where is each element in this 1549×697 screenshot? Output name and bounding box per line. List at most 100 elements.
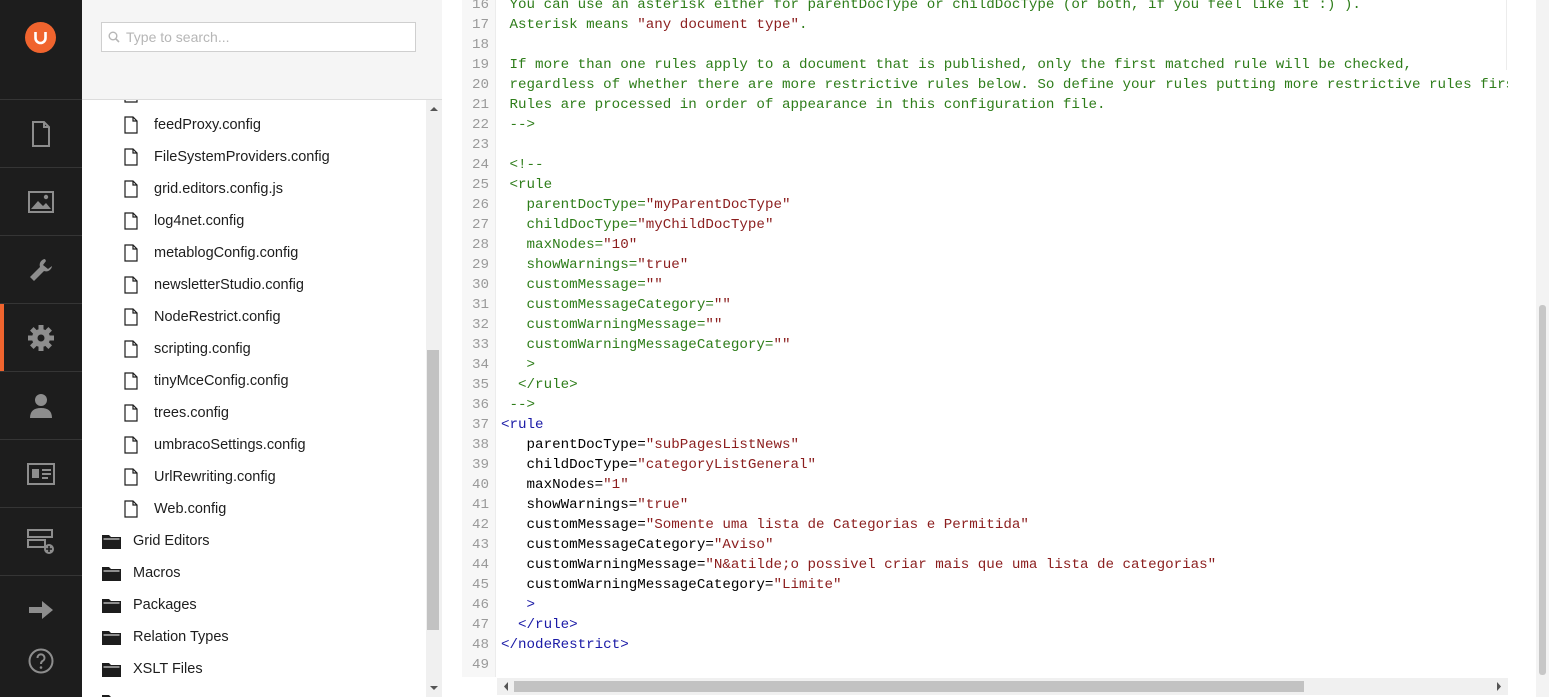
code-line: 23 — [462, 135, 1508, 155]
tree-item-label: umbracoSettings.config — [154, 437, 306, 453]
code-token: childDocType= — [501, 217, 638, 233]
file-icon — [124, 212, 138, 230]
tree-item-file[interactable]: metablogConfig.config — [124, 237, 298, 269]
code-line: 43 customMessageCategory="Aviso" — [462, 535, 1508, 555]
code-text: childDocType="myChildDocType" — [501, 215, 774, 235]
section-content[interactable] — [0, 100, 82, 167]
editor-horizontal-scrollbar[interactable] — [497, 678, 1508, 695]
scroll-left-arrow-icon[interactable] — [502, 682, 510, 691]
code-line: 41 showWarnings="true" — [462, 495, 1508, 515]
tree-list: feedProxy.config FileSystemProviders.conf… — [82, 100, 426, 697]
tree-item-file[interactable]: newsletterStudio.config — [124, 269, 304, 301]
code-line: 28 maxNodes="10" — [462, 235, 1508, 255]
code-line: 31 customMessageCategory="" — [462, 295, 1508, 315]
code-line: 16 You can use an asterisk either for pa… — [462, 0, 1508, 15]
code-line: 34 > — [462, 355, 1508, 375]
tree-item-file[interactable]: scripting.config — [124, 333, 251, 365]
code-line: 21 Rules are processed in order of appea… — [462, 95, 1508, 115]
line-number: 29 — [471, 257, 489, 273]
vertical-scrollbar-thumb[interactable] — [1539, 305, 1546, 675]
file-icon — [124, 148, 138, 166]
code-editor[interactable]: 16 You can use an asterisk either for pa… — [462, 0, 1508, 677]
tree-item-file[interactable]: umbracoSettings.config — [124, 429, 306, 461]
tree-item-folder[interactable]: Grid Editors — [102, 525, 210, 557]
tree-item-file[interactable]: UrlRewriting.config — [124, 461, 276, 493]
line-number: 16 — [471, 0, 489, 13]
search-input[interactable] — [126, 23, 411, 51]
section-users[interactable] — [0, 372, 82, 439]
tree-scrollbar[interactable] — [426, 100, 442, 697]
code-token: customWarningMessageCategory= — [501, 337, 774, 353]
section-developer[interactable] — [0, 236, 82, 303]
section-members[interactable] — [0, 440, 82, 507]
line-number: 42 — [471, 517, 489, 533]
code-token: customMessageCategory= — [501, 537, 714, 553]
folder-icon — [102, 662, 121, 677]
line-number: 36 — [471, 397, 489, 413]
code-token: <rule — [501, 417, 544, 433]
tree-item-folder[interactable]: XSLT Files — [102, 653, 203, 685]
tree-item-file[interactable]: log4net.config — [124, 205, 244, 237]
code-token: You can use an asterisk either for paren… — [501, 0, 1361, 13]
tree-item-file[interactable]: tinyMceConfig.config — [124, 365, 289, 397]
code-line: 26 parentDocType="myParentDocType" — [462, 195, 1508, 215]
code-text: > — [501, 355, 536, 375]
code-token: parentDocType= — [501, 197, 646, 213]
code-token: customMessage= — [501, 517, 646, 533]
code-text: customMessage="" — [501, 275, 663, 295]
line-number: 34 — [471, 357, 489, 373]
tree-item-folder[interactable]: Relation Types — [102, 621, 229, 653]
code-token: regardless of whether there are more res… — [501, 77, 1509, 93]
scroll-down-arrow-icon[interactable] — [430, 684, 438, 692]
tree-item-file[interactable]: trees.config — [124, 397, 229, 429]
code-text: customWarningMessageCategory="" — [501, 335, 791, 355]
tree-item-file[interactable]: feedProxy.config — [124, 109, 261, 141]
tree-item-file[interactable]: FileSystemProviders.config — [124, 141, 330, 173]
tree-item-folder[interactable]: Macros — [102, 557, 181, 589]
arrow-right-icon — [29, 600, 53, 619]
code-token: --> — [501, 397, 536, 413]
code-token: "1" — [603, 477, 629, 493]
folder-icon — [102, 534, 121, 549]
line-number: 35 — [471, 377, 489, 393]
line-number: 39 — [471, 457, 489, 473]
line-number: 24 — [471, 157, 489, 173]
tree-header — [82, 0, 442, 100]
line-number: 43 — [471, 537, 489, 553]
code-text: <rule — [501, 175, 553, 195]
tree-item-label: Macros — [133, 565, 181, 581]
folder-icon — [102, 598, 121, 613]
tree-item-file[interactable]: NodeRestrict.config — [124, 301, 281, 333]
scroll-up-arrow-icon[interactable] — [430, 105, 438, 113]
code-text: Rules are processed in order of appearan… — [501, 95, 1106, 115]
file-icon — [124, 404, 138, 422]
scroll-right-arrow-icon[interactable] — [1495, 682, 1503, 691]
page-vertical-scrollbar[interactable] — [1536, 0, 1549, 697]
folder-icon — [102, 630, 121, 645]
code-text: maxNodes="10" — [501, 235, 638, 255]
file-icon — [124, 340, 138, 358]
tree-item-label: XSLT Files — [133, 661, 203, 677]
tree-item-file[interactable]: grid.editors.config.js — [124, 173, 283, 205]
section-help[interactable] — [0, 627, 82, 694]
code-token: showWarnings= — [501, 257, 638, 273]
section-forms[interactable] — [0, 508, 82, 575]
tree-item-file[interactable]: Web.config — [124, 493, 226, 525]
file-icon — [124, 500, 138, 518]
tree-item-label: tinyMceConfig.config — [154, 373, 289, 389]
search-box[interactable] — [101, 22, 416, 52]
section-settings[interactable] — [0, 304, 82, 371]
code-token: parentDocType= — [501, 437, 646, 453]
umbraco-logo[interactable] — [25, 22, 56, 53]
code-line: 49 — [462, 655, 1508, 675]
code-token: </rule> — [501, 617, 578, 633]
section-media[interactable] — [0, 168, 82, 235]
line-number: 38 — [471, 437, 489, 453]
document-icon — [32, 120, 50, 147]
tree-item-folder[interactable]: Packages — [102, 589, 197, 621]
line-number: 33 — [471, 337, 489, 353]
horizontal-scrollbar-thumb[interactable] — [514, 681, 1304, 692]
tree-scrollbar-thumb[interactable] — [427, 350, 439, 630]
tree-item-label: newsletterStudio.config — [154, 277, 304, 293]
tree-item-folder[interactable] — [102, 685, 133, 697]
